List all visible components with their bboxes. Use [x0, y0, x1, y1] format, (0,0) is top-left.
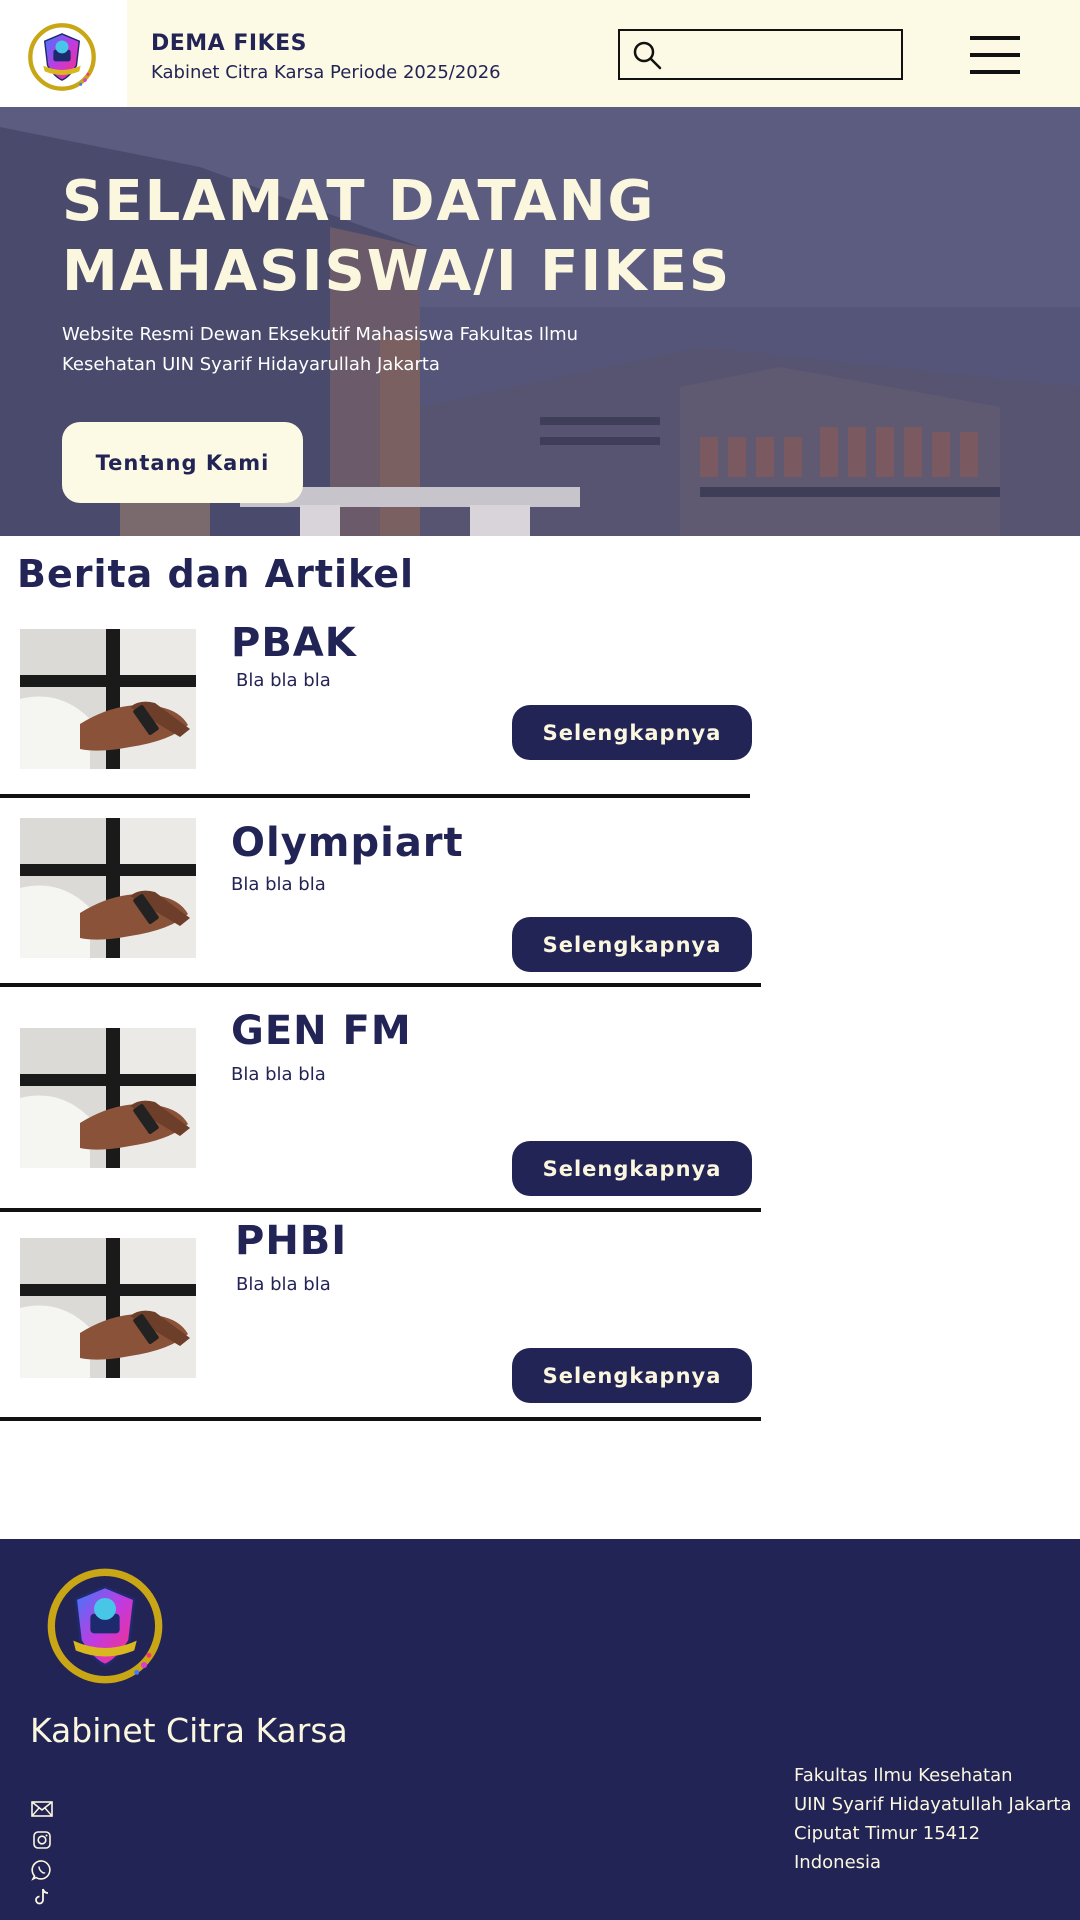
- article-title[interactable]: PBAK: [231, 620, 357, 666]
- menu-bar: [970, 36, 1020, 40]
- brand-title: DEMA FIKES: [151, 31, 308, 56]
- menu-bar: [970, 70, 1020, 74]
- divider: [0, 983, 761, 987]
- divider: [0, 794, 750, 798]
- article-excerpt: Bla bla bla: [236, 1274, 331, 1295]
- footer-address: Fakultas Ilmu Kesehatan UIN Syarif Hiday…: [794, 1761, 1072, 1877]
- read-more-button[interactable]: Selengkapnya: [512, 1141, 752, 1196]
- menu-bar: [970, 53, 1020, 57]
- hero-title-line2: MAHASISWA/I FIKES: [62, 239, 732, 304]
- article-excerpt: Bla bla bla: [236, 670, 331, 691]
- tiktok-icon[interactable]: [30, 1885, 54, 1909]
- site-header: DEMA FIKES Kabinet Citra Karsa Periode 2…: [0, 0, 1080, 107]
- article-thumbnail[interactable]: [20, 1238, 196, 1378]
- address-line: Indonesia: [794, 1852, 882, 1873]
- brand-subtitle: Kabinet Citra Karsa Periode 2025/2026: [151, 62, 501, 83]
- search-input[interactable]: [672, 39, 896, 71]
- about-us-button[interactable]: Tentang Kami: [62, 422, 303, 503]
- site-footer: Kabinet Citra Karsa Fakultas Ilmu Keseha…: [0, 1539, 1080, 1920]
- article-item: GEN FM Bla bla bla Selengkapnya: [0, 1008, 761, 1214]
- logo-container: [0, 0, 127, 107]
- article-thumbnail[interactable]: [20, 818, 196, 958]
- article-item: PBAK Bla bla bla Selengkapnya: [0, 620, 760, 800]
- section-title: Berita dan Artikel: [17, 552, 415, 596]
- read-more-button[interactable]: Selengkapnya: [512, 1348, 752, 1403]
- search-box[interactable]: [618, 29, 903, 80]
- instagram-icon[interactable]: [30, 1828, 54, 1852]
- article-excerpt: Bla bla bla: [231, 1064, 326, 1085]
- article-thumbnail[interactable]: [20, 629, 196, 769]
- article-item: PHBI Bla bla bla Selengkapnya: [0, 1218, 761, 1424]
- article-thumbnail[interactable]: [20, 1028, 196, 1168]
- divider: [0, 1208, 761, 1212]
- article-item: Olympiart Bla bla bla Selengkapnya: [0, 818, 761, 988]
- article-title[interactable]: PHBI: [235, 1218, 347, 1264]
- footer-cabinet-name: Kabinet Citra Karsa: [30, 1711, 348, 1750]
- hero-title-line1: SELAMAT DATANG: [62, 169, 656, 234]
- dema-fikes-logo-icon: [44, 1565, 166, 1687]
- dema-fikes-logo-icon[interactable]: [26, 21, 98, 93]
- search-icon[interactable]: [632, 40, 662, 70]
- address-line: Ciputat Timur 15412: [794, 1823, 981, 1844]
- divider: [0, 1417, 761, 1421]
- read-more-button[interactable]: Selengkapnya: [512, 917, 752, 972]
- hero-banner: SELAMAT DATANG MAHASISWA/I FIKES Website…: [0, 107, 1080, 536]
- article-excerpt: Bla bla bla: [231, 874, 326, 895]
- address-line: Fakultas Ilmu Kesehatan: [794, 1765, 1013, 1786]
- hero-title: SELAMAT DATANG MAHASISWA/I FIKES: [62, 167, 962, 307]
- article-title[interactable]: GEN FM: [231, 1008, 412, 1054]
- read-more-button[interactable]: Selengkapnya: [512, 705, 752, 760]
- hero-description: Website Resmi Dewan Eksekutif Mahasiswa …: [62, 324, 579, 375]
- address-line: UIN Syarif Hidayatullah Jakarta: [794, 1794, 1072, 1815]
- mail-icon[interactable]: [30, 1797, 54, 1821]
- whatsapp-icon[interactable]: [30, 1858, 54, 1882]
- hamburger-menu-button[interactable]: [970, 36, 1020, 76]
- article-title[interactable]: Olympiart: [231, 820, 464, 866]
